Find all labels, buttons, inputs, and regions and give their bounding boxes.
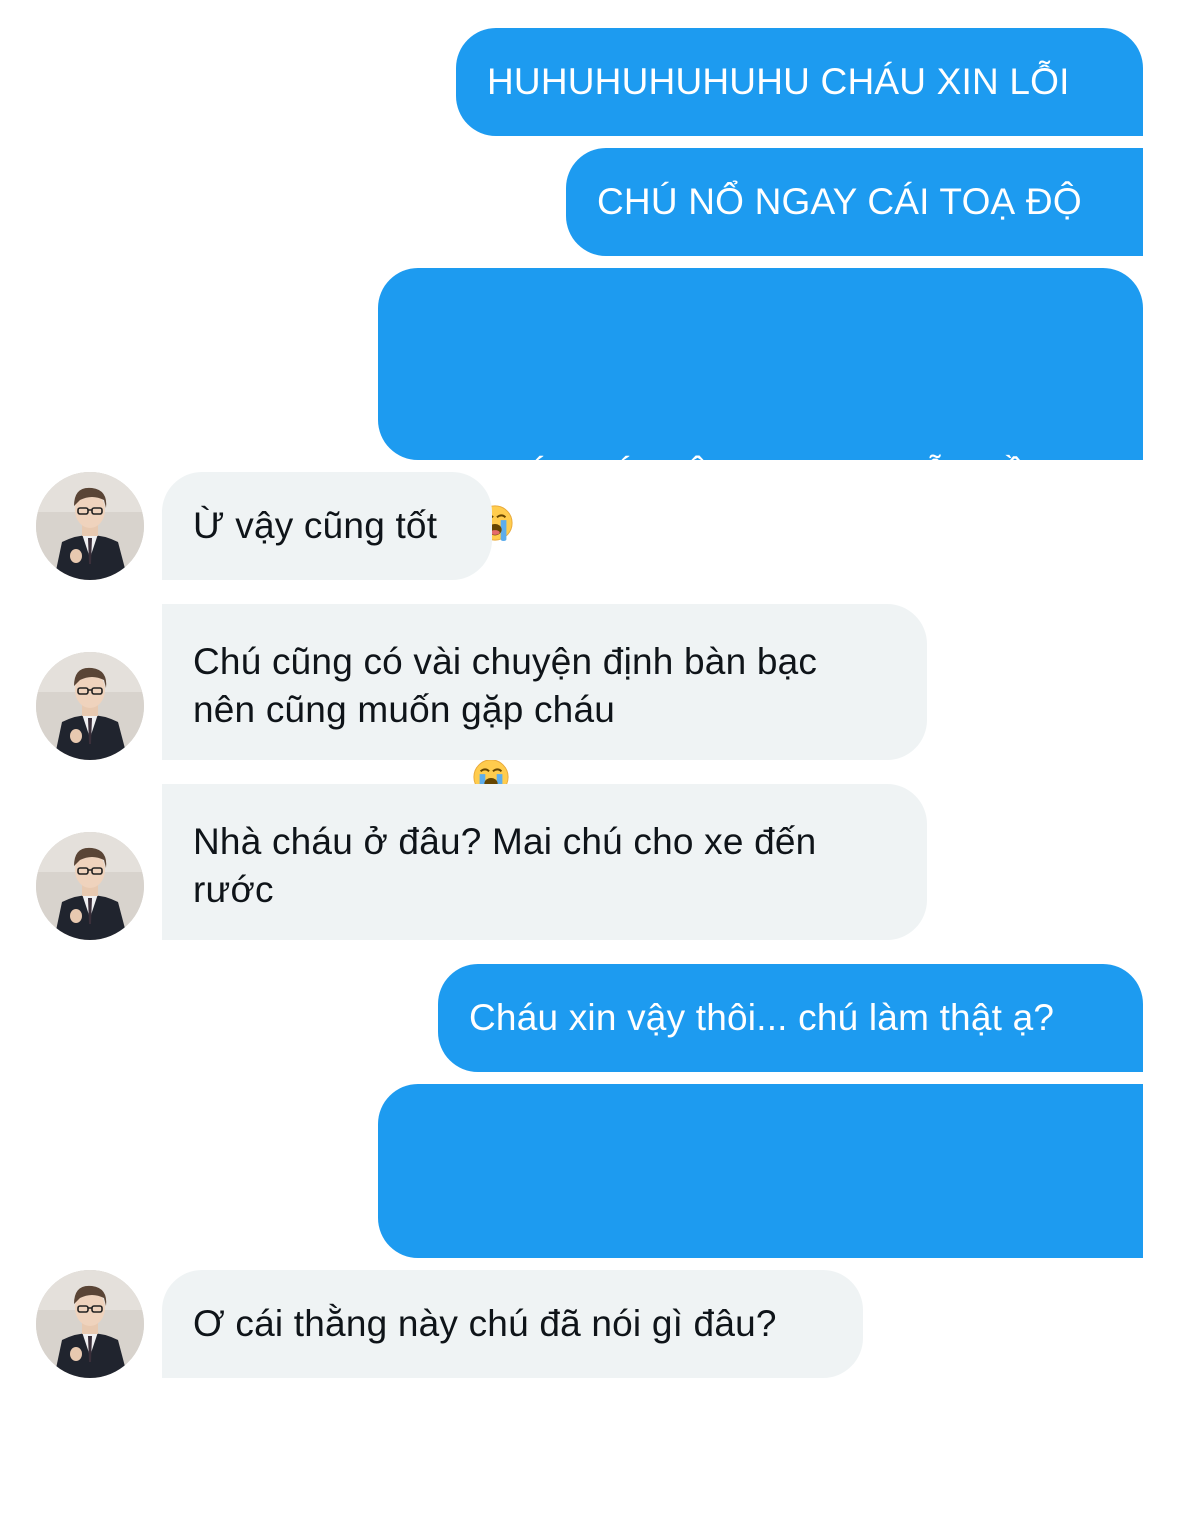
avatar[interactable] — [36, 832, 144, 940]
message-text: Chú cũng có vài chuyện định bàn bạc nên … — [193, 641, 818, 730]
incoming-message[interactable]: Ừ vậy cũng tốt — [162, 472, 492, 580]
incoming-message[interactable]: Ơ cái thằng này chú đã nói gì đâu? — [162, 1270, 863, 1378]
outgoing-message[interactable]: Cháu xin vậy thôi... chú làm thật ạ? — [438, 964, 1143, 1072]
avatar[interactable] — [36, 1270, 144, 1378]
message-text: CHÚ NỔ NGAY CÁI TOẠ ĐỘ — [597, 181, 1082, 222]
outgoing-message[interactable]: HUHUHUHUHUHU CHÁU XIN LỖI — [456, 28, 1143, 136]
message-text: Cháu xin vậy thôi... chú làm thật ạ? — [469, 997, 1055, 1038]
avatar[interactable] — [36, 472, 144, 580]
incoming-message[interactable]: Chú cũng có vài chuyện định bàn bạc nên … — [162, 604, 927, 760]
outgoing-message[interactable]: CHÚ NỔ NGAY CÁI TOẠ ĐỘ — [566, 148, 1143, 256]
message-text: Ơ cái thằng này chú đã nói gì đâu? — [193, 1303, 777, 1344]
message-text: CHÁU TỚI TẬN NƠI XIN LỖI LIỀN — [471, 455, 1054, 496]
message-text: HUHUHUHUHUHU CHÁU XIN LỖI — [487, 61, 1070, 102]
avatar[interactable] — [36, 652, 144, 760]
message-text: Nhà cháu ở đâu? Mai chú cho xe đến rước — [193, 821, 817, 910]
outgoing-message[interactable]: Chú đừng tới tính sổ cháu mà cháu biết s… — [378, 1084, 1143, 1377]
incoming-message[interactable]: Nhà cháu ở đâu? Mai chú cho xe đến rước — [162, 784, 927, 940]
outgoing-message[interactable]: CHÁU TỚI TẬN NƠI XIN LỖI LIỀN — [378, 268, 1143, 460]
message-thread: HUHUHUHUHUHU CHÁU XIN LỖI CHÚ NỔ NGAY CÁ… — [0, 0, 1179, 1393]
message-text: Ừ vậy cũng tốt — [193, 505, 438, 546]
